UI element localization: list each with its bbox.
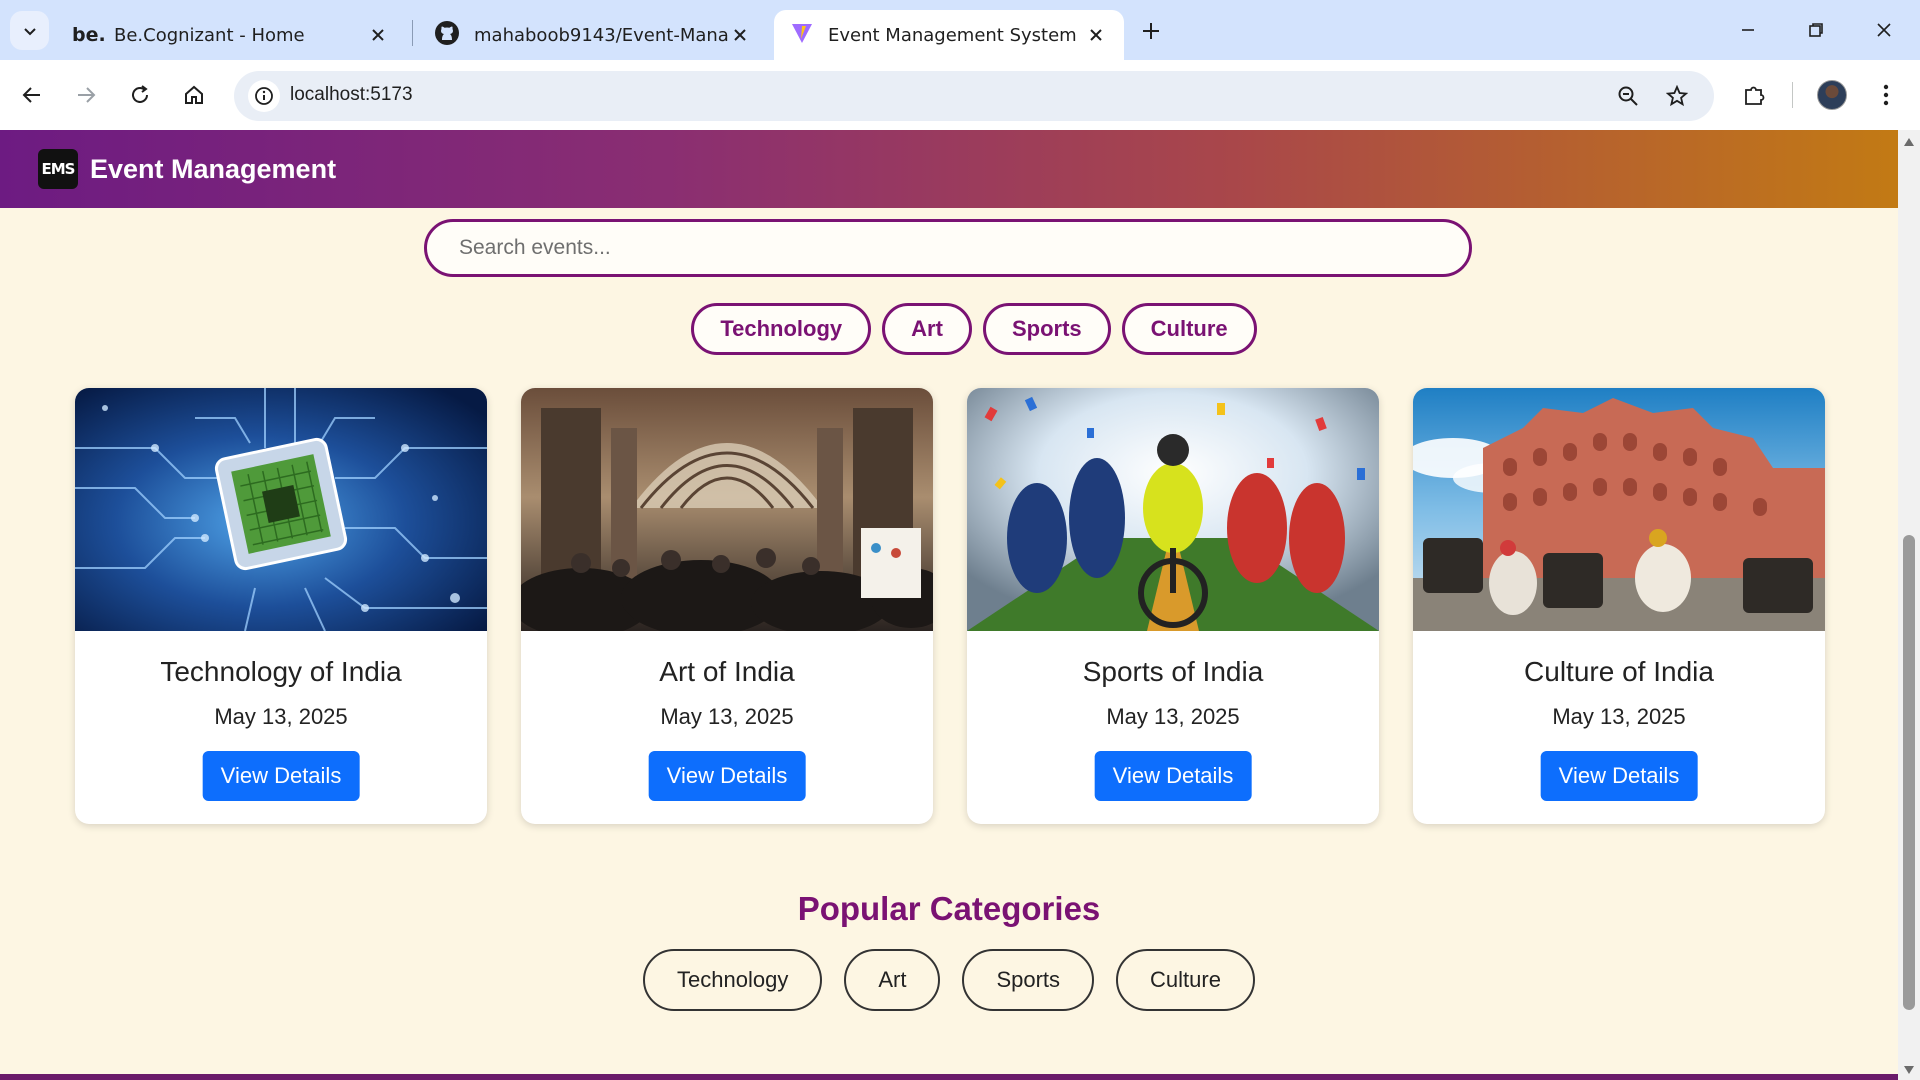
popular-category-technology[interactable]: Technology xyxy=(643,949,823,1011)
athletes-collage-image xyxy=(967,388,1379,631)
toolbar-divider xyxy=(1792,82,1793,108)
minimize-icon xyxy=(1742,29,1754,31)
site-info-button[interactable] xyxy=(248,80,280,112)
filter-sports[interactable]: Sports xyxy=(982,303,1111,355)
star-icon xyxy=(1666,85,1688,107)
zoom-out-icon xyxy=(1618,86,1638,106)
filter-technology[interactable]: Technology xyxy=(691,303,872,355)
reload-button[interactable] xyxy=(120,75,160,115)
tab-search-button[interactable] xyxy=(10,11,49,50)
tab-event-management[interactable]: Event Management System xyxy=(774,10,1124,60)
more-vertical-icon xyxy=(1883,84,1889,106)
page-bottom-border xyxy=(0,1074,1898,1080)
restore-button[interactable] xyxy=(1788,10,1844,50)
page-viewport: EMS Event Management Technology Art Spor… xyxy=(0,130,1898,1078)
restore-icon xyxy=(1809,23,1823,37)
event-date: May 13, 2025 xyxy=(1106,704,1240,729)
tab-separator xyxy=(412,20,413,46)
menu-button[interactable] xyxy=(1866,75,1906,115)
browser-tab-strip: be. Be.Cognizant - Home mahaboob9143/Eve… xyxy=(0,0,1920,60)
forward-button[interactable] xyxy=(66,75,106,115)
event-title: Technology of India xyxy=(160,656,402,687)
view-details-button[interactable]: View Details xyxy=(1540,751,1698,801)
puzzle-icon xyxy=(1745,86,1765,105)
reload-icon xyxy=(132,85,148,103)
avatar xyxy=(1817,80,1847,110)
event-card: Sports of India May 13, 2025 View Detail… xyxy=(967,388,1379,824)
close-icon[interactable] xyxy=(728,23,752,47)
tab-becognizant[interactable]: be. Be.Cognizant - Home xyxy=(56,10,406,60)
popular-categories-heading: Popular Categories xyxy=(797,890,1101,927)
github-icon xyxy=(434,20,460,51)
extensions-button[interactable] xyxy=(1734,75,1774,115)
event-date: May 13, 2025 xyxy=(1552,704,1686,729)
browser-toolbar: localhost:5173 xyxy=(0,60,1920,130)
popular-category-sports[interactable]: Sports xyxy=(962,949,1095,1011)
app-header: EMS Event Management xyxy=(0,130,1898,208)
bookmark-button[interactable] xyxy=(1661,80,1693,112)
event-title: Culture of India xyxy=(1524,656,1714,687)
profile-button[interactable] xyxy=(1812,75,1852,115)
close-window-button[interactable] xyxy=(1856,10,1912,50)
home-button[interactable] xyxy=(174,75,214,115)
brand-title[interactable]: Event Management xyxy=(90,154,336,185)
home-icon xyxy=(185,85,203,104)
event-cards: Technology of India May 13, 2025 View De… xyxy=(75,388,1825,824)
becognizant-favicon: be. xyxy=(72,24,106,46)
hawa-mahal-image xyxy=(1413,388,1825,631)
scroll-down-arrow-icon[interactable] xyxy=(1903,1064,1915,1076)
plus-icon xyxy=(1143,23,1159,39)
view-details-button[interactable]: View Details xyxy=(648,751,806,801)
close-icon[interactable] xyxy=(1084,23,1108,47)
url-text[interactable]: localhost:5173 xyxy=(290,84,413,106)
zoom-button[interactable] xyxy=(1612,80,1644,112)
event-card: Art of India May 13, 2025 View Details xyxy=(521,388,933,824)
ems-logo[interactable]: EMS xyxy=(38,149,78,189)
close-icon xyxy=(1877,23,1891,37)
filter-culture[interactable]: Culture xyxy=(1121,303,1257,355)
event-date: May 13, 2025 xyxy=(214,704,348,729)
tab-title: Be.Cognizant - Home xyxy=(114,24,305,46)
tab-title: Event Management System xyxy=(828,24,1077,46)
arrow-right-icon xyxy=(78,87,96,103)
vite-icon xyxy=(790,21,814,50)
event-title: Art of India xyxy=(659,656,795,687)
view-details-button[interactable]: View Details xyxy=(202,751,360,801)
page-scrollbar[interactable] xyxy=(1898,130,1920,1080)
popular-category-culture[interactable]: Culture xyxy=(1116,949,1255,1011)
search-box xyxy=(424,219,1472,277)
filter-art[interactable]: Art xyxy=(882,303,972,355)
category-filters: Technology Art Sports Culture xyxy=(0,303,1898,355)
view-details-button[interactable]: View Details xyxy=(1094,751,1252,801)
scrollbar-thumb[interactable] xyxy=(1903,535,1915,1010)
art-gallery-hall-image xyxy=(521,388,933,631)
tab-github[interactable]: mahaboob9143/Event-Manage xyxy=(418,10,768,60)
info-icon xyxy=(255,87,273,105)
event-card: Culture of India May 13, 2025 View Detai… xyxy=(1413,388,1825,824)
event-date: May 13, 2025 xyxy=(660,704,794,729)
address-bar[interactable]: localhost:5173 xyxy=(234,71,1714,121)
search-input[interactable] xyxy=(427,222,1469,274)
close-icon[interactable] xyxy=(366,23,390,47)
minimize-button[interactable] xyxy=(1720,10,1776,50)
tab-title: mahaboob9143/Event-Manage xyxy=(474,24,728,46)
circuit-chip-image xyxy=(75,388,487,631)
new-tab-button[interactable] xyxy=(1133,13,1169,49)
arrow-left-icon xyxy=(22,87,40,103)
event-title: Sports of India xyxy=(1082,656,1264,687)
scroll-up-arrow-icon[interactable] xyxy=(1903,136,1915,148)
popular-category-art[interactable]: Art xyxy=(844,949,941,1011)
back-button[interactable] xyxy=(12,75,52,115)
chevron-down-icon xyxy=(23,27,36,35)
event-card: Technology of India May 13, 2025 View De… xyxy=(75,388,487,824)
popular-categories: Technology Art Sports Culture xyxy=(0,949,1898,1011)
